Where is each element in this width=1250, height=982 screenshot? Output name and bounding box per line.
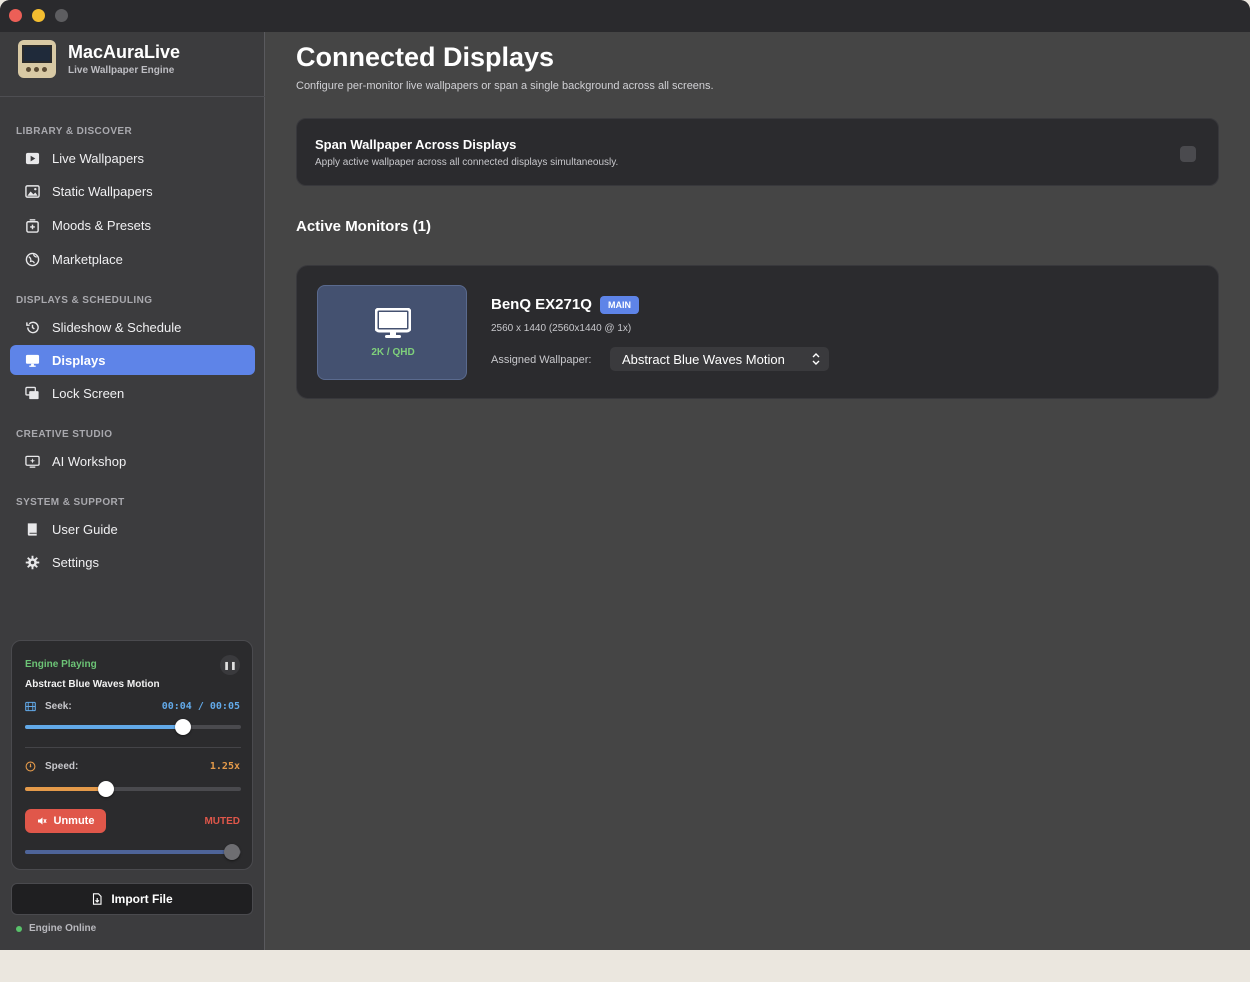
sidebar-item-ai-workshop[interactable]: AI Workshop — [10, 446, 255, 476]
history-icon — [24, 319, 40, 335]
section-title-library: LIBRARY & DISCOVER — [16, 126, 133, 137]
span-wallpaper-card: Span Wallpaper Across Displays Apply act… — [296, 118, 1219, 186]
speed-slider-fill — [25, 787, 106, 791]
globe-icon — [24, 251, 40, 267]
speed-value: 1.25x — [209, 761, 240, 772]
file-import-icon — [93, 893, 102, 905]
seek-time: 00:04 / 00:05 — [161, 701, 240, 712]
sidebar-item-label: Marketplace — [52, 251, 123, 267]
windows-icon — [24, 385, 40, 401]
monitor-thumbnail[interactable]: 2K / QHD — [317, 285, 467, 380]
page-subtitle: Configure per-monitor live wallpapers or… — [296, 80, 714, 92]
main-display-badge: MAIN — [600, 296, 639, 314]
sidebar-item-label: Settings — [52, 554, 99, 570]
seek-slider-fill — [25, 725, 183, 729]
sidebar-item-label: User Guide — [52, 521, 118, 537]
now-playing-title: Abstract Blue Waves Motion — [25, 679, 160, 690]
app-window: MacAuraLive Live Wallpaper Engine LIBRAR… — [0, 0, 1250, 950]
monitor-resolution: 2560 x 1440 (2560x1440 @ 1x) — [491, 323, 632, 334]
chevron-up-down-icon — [812, 353, 820, 365]
monitor-card: 2K / QHD BenQ EX271Q MAIN 2560 x 1440 (2… — [296, 265, 1219, 399]
speaker-muted-icon — [37, 817, 47, 825]
import-file-label: Import File — [111, 892, 173, 906]
engine-divider — [25, 747, 241, 748]
speed-slider[interactable] — [25, 781, 241, 797]
play-icon — [24, 150, 40, 166]
preset-icon — [24, 217, 40, 233]
unmute-label: Unmute — [53, 815, 95, 827]
volume-slider-fill — [25, 850, 233, 854]
import-file-button[interactable]: Import File — [11, 883, 253, 915]
gear-icon — [24, 554, 40, 570]
sidebar-item-lock-screen[interactable]: Lock Screen — [10, 378, 255, 408]
sidebar-item-label: AI Workshop — [52, 453, 127, 469]
seek-label: Seek: — [45, 701, 72, 712]
assigned-wallpaper-label: Assigned Wallpaper: — [491, 354, 592, 366]
active-monitors-heading: Active Monitors (1) — [296, 218, 432, 235]
app-logo-icon — [18, 40, 56, 78]
app-name: MacAuraLive — [68, 42, 181, 62]
pause-button[interactable]: ❚❚ — [220, 655, 240, 675]
assigned-wallpaper-value: Abstract Blue Waves Motion — [622, 351, 785, 367]
brand-header: MacAuraLive Live Wallpaper Engine — [0, 32, 265, 97]
sidebar-item-moods-presets[interactable]: Moods & Presets — [10, 210, 255, 240]
minimize-window-button[interactable] — [32, 9, 45, 22]
maximize-window-button[interactable] — [55, 9, 68, 22]
engine-online-label: Engine Online — [29, 923, 97, 934]
monitor-icon — [24, 352, 40, 368]
title-bar — [0, 0, 1250, 32]
speed-label: Speed: — [45, 761, 79, 772]
sidebar-item-label: Slideshow & Schedule — [52, 319, 182, 335]
sidebar-item-label: Moods & Presets — [52, 217, 151, 233]
seek-label-row: Seek: — [25, 701, 72, 712]
main-content: Connected Displays Configure per-monitor… — [266, 32, 1250, 950]
muted-status: MUTED — [204, 816, 240, 827]
pause-icon: ❚❚ — [223, 660, 237, 670]
ai-screen-icon — [24, 453, 40, 469]
app-subtitle: Live Wallpaper Engine — [68, 65, 175, 76]
speed-icon — [25, 761, 36, 772]
span-toggle-checkbox[interactable] — [1180, 146, 1196, 162]
page-title: Connected Displays — [296, 42, 555, 72]
engine-status: Engine Playing — [25, 659, 97, 670]
engine-panel: Engine Playing ❚❚ Abstract Blue Waves Mo… — [11, 640, 253, 870]
seek-slider-thumb[interactable] — [174, 719, 191, 735]
sidebar-item-label: Displays — [52, 352, 106, 368]
sidebar-item-live-wallpapers[interactable]: Live Wallpapers — [10, 143, 255, 173]
sidebar-item-user-guide[interactable]: User Guide — [10, 514, 255, 544]
sidebar: MacAuraLive Live Wallpaper Engine LIBRAR… — [0, 32, 265, 950]
monitor-resolution-class: 2K / QHD — [371, 347, 415, 358]
monitor-icon — [375, 308, 411, 338]
assigned-wallpaper-select[interactable]: Abstract Blue Waves Motion — [610, 347, 829, 371]
film-icon — [25, 701, 36, 712]
volume-slider-thumb[interactable] — [224, 844, 241, 860]
span-title: Span Wallpaper Across Displays — [315, 137, 517, 152]
seek-slider[interactable] — [25, 719, 241, 735]
speed-label-row: Speed: — [25, 761, 78, 772]
section-title-displays: DISPLAYS & SCHEDULING — [16, 295, 153, 306]
sidebar-item-slideshow-schedule[interactable]: Slideshow & Schedule — [10, 312, 255, 342]
span-description: Apply active wallpaper across all connec… — [315, 157, 619, 168]
unmute-button[interactable]: Unmute — [25, 809, 106, 833]
status-dot-icon — [16, 925, 22, 932]
sidebar-item-static-wallpapers[interactable]: Static Wallpapers — [10, 176, 255, 206]
engine-online-status: Engine Online — [16, 923, 96, 934]
monitor-name: BenQ EX271Q — [491, 296, 592, 313]
sidebar-item-label: Static Wallpapers — [52, 183, 153, 199]
sidebar-item-label: Live Wallpapers — [52, 150, 145, 166]
sidebar-item-marketplace[interactable]: Marketplace — [10, 244, 255, 274]
image-icon — [24, 183, 40, 199]
sidebar-item-settings[interactable]: Settings — [10, 547, 255, 577]
section-title-creative: CREATIVE STUDIO — [16, 429, 113, 440]
sidebar-item-displays[interactable]: Displays — [10, 345, 255, 375]
volume-slider[interactable] — [25, 844, 241, 860]
book-icon — [24, 521, 40, 537]
close-window-button[interactable] — [9, 9, 22, 22]
sidebar-item-label: Lock Screen — [52, 385, 125, 401]
section-title-system: SYSTEM & SUPPORT — [16, 497, 125, 508]
speed-slider-thumb[interactable] — [98, 781, 114, 797]
